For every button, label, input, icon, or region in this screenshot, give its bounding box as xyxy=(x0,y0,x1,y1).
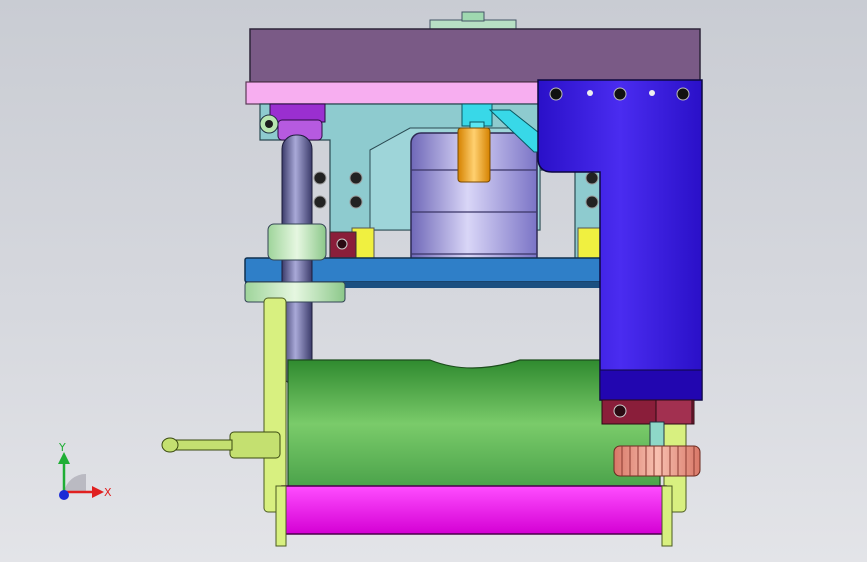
orange-coupling[interactable] xyxy=(457,127,491,183)
magenta-roller[interactable] xyxy=(281,485,667,535)
z-axis-dot xyxy=(59,490,69,500)
top-plate[interactable] xyxy=(249,28,701,83)
assembly-model[interactable] xyxy=(0,0,867,562)
x-axis-label: X xyxy=(104,486,112,499)
x-axis-arrow xyxy=(92,486,104,498)
green-collar-lower[interactable] xyxy=(244,281,346,303)
left-bolt xyxy=(259,114,279,134)
dark-red-block[interactable] xyxy=(601,399,695,425)
blue-arm[interactable] xyxy=(537,79,703,401)
y-axis-label: Y xyxy=(58,441,66,454)
pink-plate[interactable] xyxy=(245,81,547,105)
top-mount[interactable] xyxy=(429,11,517,31)
cad-viewport[interactable]: Y X xyxy=(0,0,867,562)
green-collar-upper[interactable] xyxy=(267,223,327,261)
coordinate-triad: Y X xyxy=(58,441,112,500)
left-shaft[interactable] xyxy=(161,431,281,459)
yellow-plate-right[interactable] xyxy=(577,227,601,263)
